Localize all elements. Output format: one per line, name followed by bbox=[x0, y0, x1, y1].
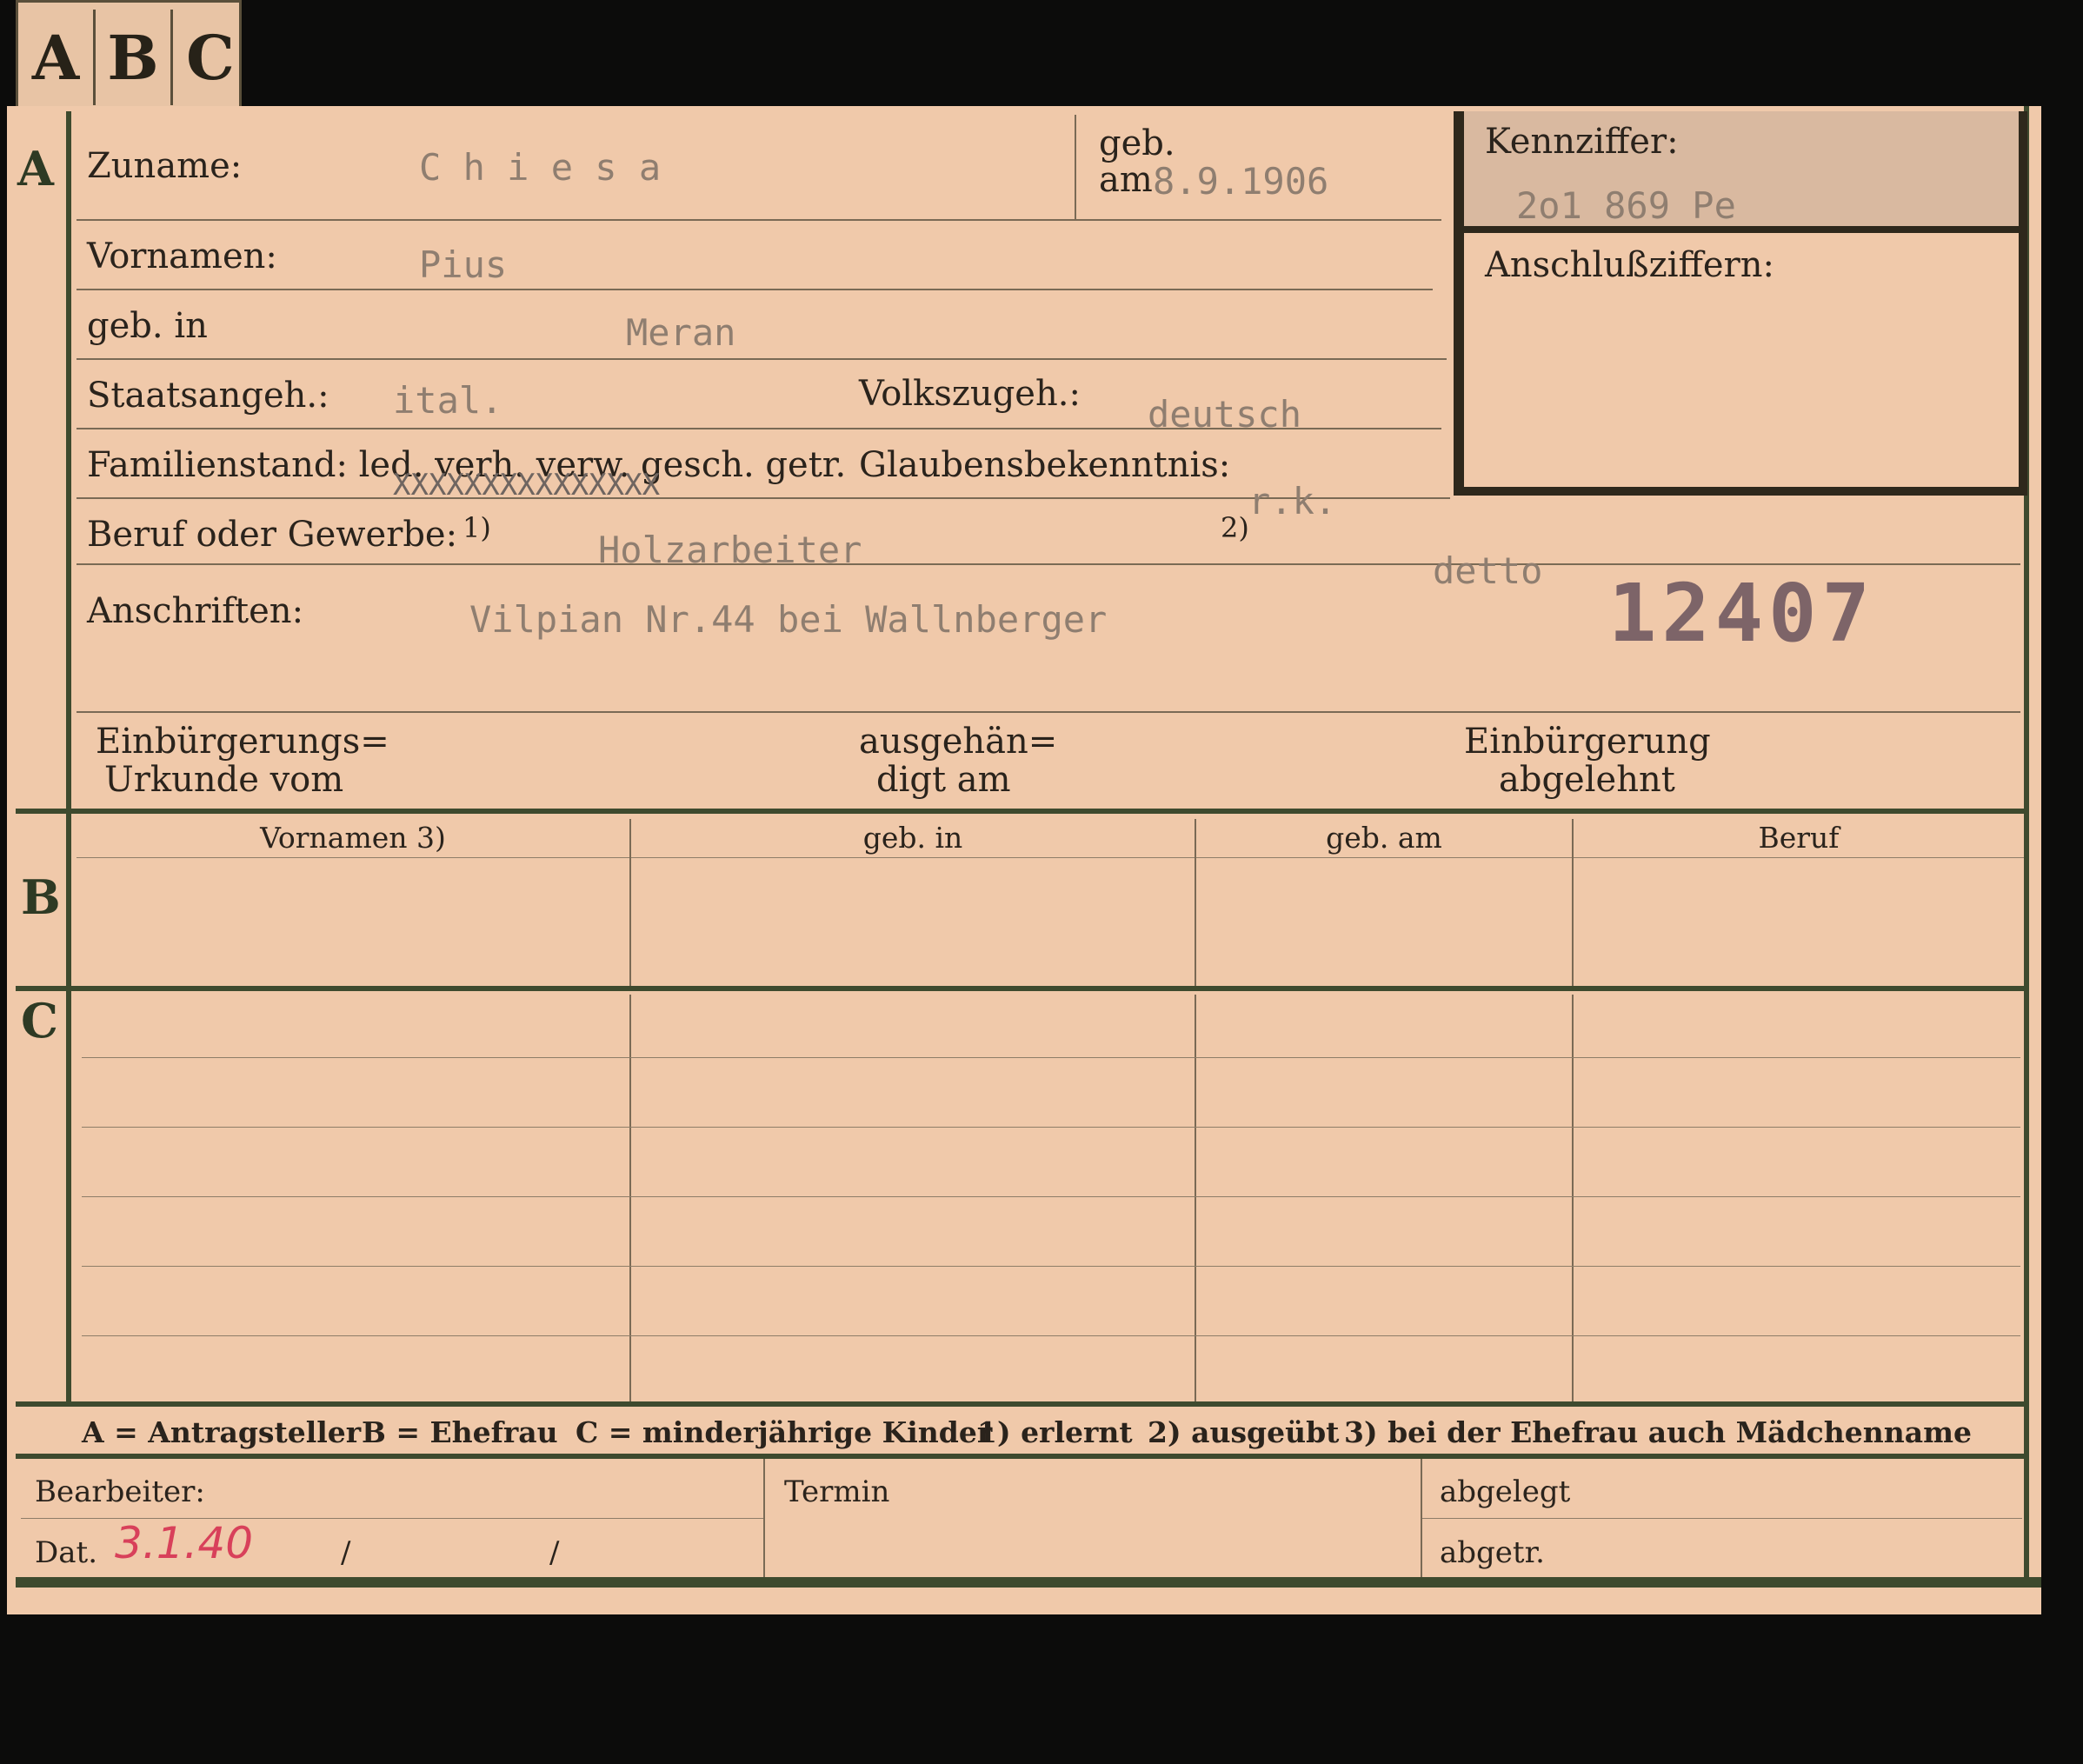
beruf-value-2: detto bbox=[1433, 549, 1543, 592]
tab-c: C bbox=[186, 22, 235, 94]
geb-am-value: 8.9.1906 bbox=[1153, 160, 1329, 203]
kennziffer-box bbox=[1454, 111, 2027, 496]
section-a-bottom-rule bbox=[16, 809, 2029, 814]
einbuergerung-urkunde-label-line2: Urkunde vom bbox=[104, 760, 344, 800]
legend-b: B = Ehefrau bbox=[362, 1415, 558, 1449]
tab-b: B bbox=[107, 22, 159, 94]
child-row-rule bbox=[82, 1335, 2020, 1336]
ausgehaendigt-label-line1: ausgehän= bbox=[859, 722, 1058, 762]
geb-in-label: geb. in bbox=[87, 306, 208, 346]
row-rule bbox=[77, 497, 1450, 499]
abc-tab-strip: A B C bbox=[16, 0, 242, 110]
vornamen-label: Vornamen: bbox=[87, 236, 277, 276]
row-rule bbox=[77, 289, 1433, 290]
row-rule bbox=[77, 219, 1441, 221]
zuname-label: Zuname: bbox=[87, 146, 243, 186]
section-b-bottom-rule bbox=[16, 986, 2029, 991]
staatsangeh-label: Staatsangeh.: bbox=[87, 376, 329, 416]
geb-in-value: Meran bbox=[626, 311, 736, 354]
legend-a: A = Antragsteller bbox=[82, 1415, 362, 1449]
child-row-rule bbox=[82, 1196, 2020, 1197]
footer-divider bbox=[763, 1459, 765, 1577]
dat-label: Dat. bbox=[35, 1535, 98, 1570]
beruf-label: Beruf oder Gewerbe: bbox=[87, 515, 458, 555]
beruf-value: Holzarbeiter bbox=[598, 529, 862, 571]
column-divider bbox=[1195, 995, 1196, 1401]
handwritten-date: 3.1.40 bbox=[115, 1518, 254, 1568]
date-slash: / bbox=[341, 1535, 351, 1570]
section-b-header-rule bbox=[77, 857, 2024, 858]
row-rule bbox=[77, 711, 2020, 713]
section-c-bottom-rule bbox=[16, 1401, 2029, 1407]
anschlussziffern-label: Anschlußziffern: bbox=[1485, 245, 1774, 285]
anschriften-value: Vilpian Nr.44 bei Wallnberger bbox=[469, 598, 1108, 641]
volkszugeh-label: Volkszugeh.: bbox=[859, 374, 1081, 414]
row-rule bbox=[77, 358, 1447, 360]
column-header-geb-in: geb. in bbox=[862, 821, 963, 855]
legend-note-1: 1) erlernt bbox=[977, 1415, 1133, 1449]
tab-a: A bbox=[31, 22, 80, 94]
section-a-left-rule bbox=[66, 111, 71, 1407]
zuname-value: C h i e s a bbox=[419, 146, 662, 189]
index-card: A B C Zuname: C h i e s a geb. am 8.9.19… bbox=[7, 106, 2041, 1614]
child-row-rule bbox=[82, 1266, 2020, 1267]
section-a-letter: A bbox=[17, 141, 54, 196]
staatsangeh-value: ital. bbox=[393, 379, 503, 422]
einbuergerung-abgelehnt-label-line2: abgelehnt bbox=[1499, 760, 1675, 800]
geb-divider bbox=[1075, 115, 1076, 219]
legend-c: C = minderjährige Kinder bbox=[576, 1415, 993, 1449]
termin-label: Termin bbox=[784, 1474, 890, 1509]
glaubens-value: r.k. bbox=[1248, 480, 1337, 523]
column-divider bbox=[1572, 995, 1574, 1401]
volkszugeh-value: deutsch bbox=[1148, 393, 1302, 436]
beruf-footnote-2: 2) bbox=[1221, 511, 1249, 544]
vornamen-value: Pius bbox=[419, 243, 508, 286]
beruf-footnote-1: 1) bbox=[463, 511, 491, 544]
anschriften-label: Anschriften: bbox=[87, 591, 304, 631]
ausgehaendigt-label-line2: digt am bbox=[876, 760, 1011, 800]
column-divider bbox=[629, 995, 631, 1401]
footer-rule bbox=[1422, 1518, 2022, 1519]
child-row-rule bbox=[82, 1057, 2020, 1058]
glaubens-label: Glaubensbekenntnis: bbox=[859, 445, 1231, 485]
bearbeiter-label: Bearbeiter: bbox=[35, 1474, 205, 1509]
abgetr-label: abgetr. bbox=[1440, 1535, 1545, 1570]
section-b-letter: B bbox=[21, 869, 61, 925]
child-row-rule bbox=[82, 1127, 2020, 1128]
date-slash: / bbox=[549, 1535, 560, 1570]
geb-am-label: am bbox=[1099, 160, 1153, 200]
column-header-vornamen: Vornamen 3) bbox=[260, 821, 446, 855]
kennziffer-label: Kennziffer: bbox=[1485, 122, 1679, 162]
column-header-beruf: Beruf bbox=[1758, 821, 1840, 855]
einbuergerung-abgelehnt-label-line1: Einbürgerung bbox=[1464, 722, 1711, 762]
einbuergerung-urkunde-label-line1: Einbürgerungs= bbox=[96, 722, 389, 762]
legend-note-2: 2) ausgeübt bbox=[1148, 1415, 1340, 1449]
number-stamp: 12407 bbox=[1608, 567, 1875, 660]
kennziffer-rule bbox=[1464, 226, 2020, 233]
geb-label: geb. bbox=[1099, 123, 1175, 163]
card-bottom-rule bbox=[16, 1577, 2041, 1588]
abgelegt-label: abgelegt bbox=[1440, 1474, 1571, 1509]
familienstand-strikeout: XXXXXXXXXXXXXXX bbox=[393, 468, 661, 503]
kennziffer-value: 2o1 869 Pe bbox=[1516, 184, 1736, 227]
legend-bottom-rule bbox=[16, 1454, 2029, 1459]
row-rule bbox=[77, 563, 2020, 565]
legend-note-3: 3) bei der Ehefrau auch Mädchenname bbox=[1344, 1415, 1972, 1449]
section-c-letter: C bbox=[21, 993, 58, 1048]
column-header-geb-am: geb. am bbox=[1326, 821, 1442, 855]
